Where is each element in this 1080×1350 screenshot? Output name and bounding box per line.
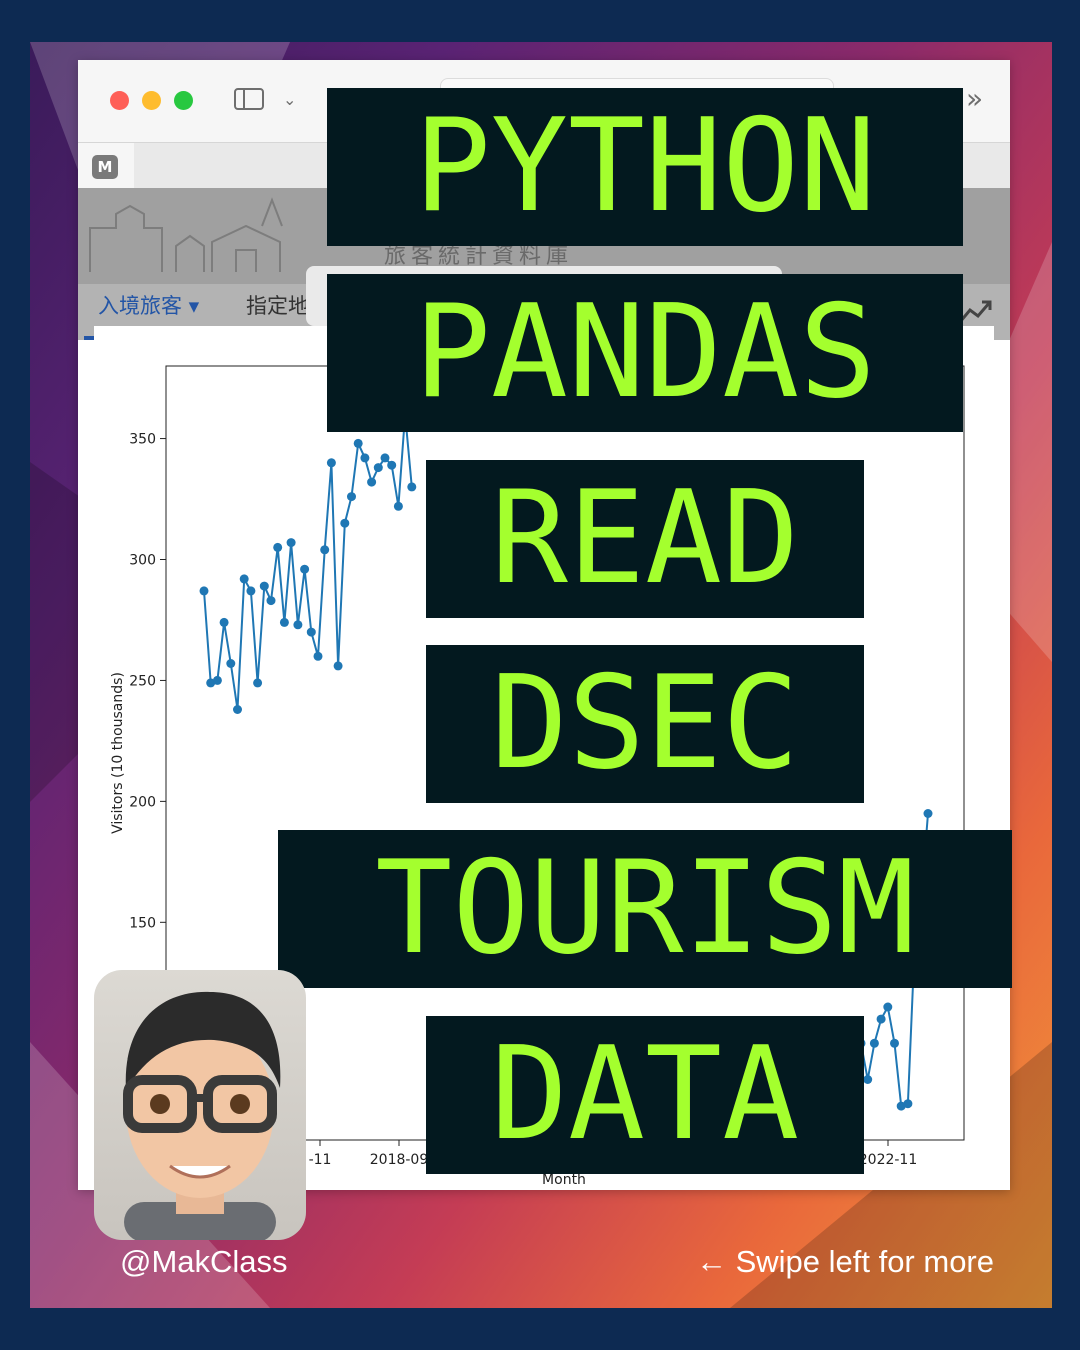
data-point — [353, 438, 363, 448]
data-point — [876, 1014, 886, 1024]
y-tick-label: 250 — [129, 673, 156, 689]
x-tick-label: 2022-11 — [859, 1152, 918, 1168]
favicon-icon: M — [92, 155, 118, 179]
y-tick-label: 200 — [129, 794, 156, 810]
data-point — [863, 1075, 873, 1084]
data-point — [300, 564, 310, 574]
data-point — [239, 574, 249, 584]
data-point — [212, 675, 222, 685]
headline-line-6: DATA — [426, 1016, 864, 1174]
double-chevron-icon[interactable]: » — [966, 82, 983, 115]
data-point — [306, 627, 316, 637]
trend-icon[interactable] — [958, 296, 992, 326]
data-point — [326, 458, 336, 468]
data-point — [320, 545, 330, 555]
author-handle: @MakClass — [120, 1244, 288, 1279]
data-point — [219, 617, 229, 627]
data-point — [233, 705, 242, 714]
skyline-logo-icon — [89, 197, 283, 272]
y-axis-label: Visitors (10 thousands) — [110, 672, 126, 834]
data-point — [407, 482, 417, 492]
memoji-avatar-icon — [123, 991, 281, 1240]
data-point — [226, 659, 236, 668]
headline-line-1: PYTHON — [327, 88, 963, 246]
swipe-hint: ← Swipe left for more — [695, 1244, 994, 1279]
data-point — [259, 581, 269, 591]
zoom-window-button[interactable] — [174, 91, 193, 110]
data-point — [380, 453, 390, 463]
x-tick-label: -11 — [309, 1152, 332, 1168]
close-window-button[interactable] — [110, 91, 129, 110]
data-point — [293, 620, 303, 630]
nav-item-arrivals[interactable]: 入境旅客 ▾ — [98, 290, 199, 320]
data-point — [253, 678, 263, 688]
y-tick-label: 150 — [129, 915, 156, 931]
minimize-window-button[interactable] — [142, 91, 161, 110]
data-point — [266, 596, 276, 606]
headline-line-4: DSEC — [426, 645, 864, 803]
headline-line-3: READ — [426, 460, 864, 618]
data-point — [923, 809, 933, 818]
data-point — [393, 501, 403, 511]
data-point — [273, 542, 283, 552]
data-point — [869, 1038, 879, 1048]
data-point — [367, 477, 377, 487]
data-point — [340, 518, 350, 528]
chevron-down-icon[interactable]: ⌄ — [283, 90, 296, 109]
data-point — [903, 1099, 913, 1109]
data-point — [360, 453, 370, 463]
headline-line-2: PANDAS — [327, 274, 963, 432]
sidebar-icon[interactable] — [234, 88, 264, 110]
x-tick-label: 2018-09 — [370, 1152, 429, 1168]
data-point — [333, 661, 343, 671]
y-tick-label: 300 — [129, 553, 156, 569]
avatar — [94, 970, 306, 1240]
data-point — [279, 617, 289, 627]
nav-item-destination[interactable]: 指定地 — [246, 290, 309, 320]
data-point — [890, 1038, 899, 1048]
data-point — [387, 460, 397, 470]
y-tick-label: 350 — [129, 432, 156, 448]
x-axis-label: Month — [542, 1172, 586, 1188]
data-point — [883, 1002, 893, 1012]
data-point — [199, 586, 209, 596]
data-point — [246, 586, 256, 596]
data-point — [347, 492, 356, 502]
data-point — [313, 651, 323, 661]
data-point — [373, 463, 383, 473]
data-point — [286, 538, 296, 548]
browser-tab[interactable]: M — [78, 143, 134, 189]
headline-line-5: TOURISM — [278, 830, 1012, 988]
